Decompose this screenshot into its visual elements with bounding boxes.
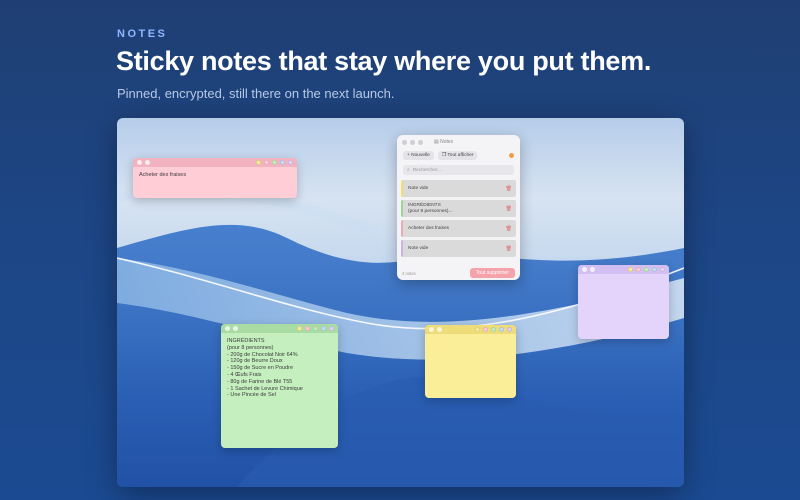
close-icon[interactable] [429, 327, 434, 332]
note-text[interactable]: Acheter des fraises [133, 167, 297, 184]
note-titlebar[interactable] [425, 325, 516, 334]
new-note-label: Nouvelle [411, 153, 430, 158]
color-swatch-pink[interactable] [305, 326, 310, 331]
trash-icon[interactable]: 🗑 [506, 206, 512, 212]
app-footer: 4 notes Tout supprimer [397, 266, 520, 280]
plus-icon: + [407, 153, 410, 158]
color-swatch-blue[interactable] [499, 327, 504, 332]
window-title: ▤ Notes [434, 139, 453, 145]
note-text[interactable] [578, 274, 669, 284]
note-list-item-label: Acheter des fraises [408, 225, 450, 231]
status-dot-icon[interactable] [509, 153, 514, 158]
color-swatch-yellow[interactable] [628, 267, 633, 272]
close-icon[interactable] [225, 326, 230, 331]
note-titlebar[interactable] [221, 324, 338, 333]
desktop-screenshot: Acheter des fraises INGRÉDIENTS (pour 8 … [117, 118, 684, 487]
show-all-button[interactable]: ❐ Tout afficher [437, 151, 478, 160]
notes-app-window: ▤ Notes + Nouvelle ❐ Tout afficher ⌕ Rec… [397, 135, 520, 280]
color-swatch-purple[interactable] [329, 326, 334, 331]
color-swatch-pink[interactable] [264, 160, 269, 165]
sticky-note-pink[interactable]: Acheter des fraises [133, 158, 297, 198]
note-list-item[interactable]: Acheter des fraises 🗑 [401, 220, 516, 237]
note-titlebar[interactable] [578, 265, 669, 274]
search-icon: ⌕ [407, 168, 410, 173]
close-icon[interactable] [137, 160, 142, 165]
window-title-text: Notes [440, 139, 454, 145]
color-swatch-purple[interactable] [507, 327, 512, 332]
note-titlebar[interactable] [133, 158, 297, 167]
note-list-item-label: INGRÉDIENTS (pour 8 personnes)... [408, 202, 453, 214]
page-subline: Pinned, encrypted, still there on the ne… [117, 86, 395, 101]
color-swatch-blue[interactable] [652, 267, 657, 272]
note-list-item-label: Note vide [408, 185, 429, 191]
note-list-item[interactable]: INGRÉDIENTS (pour 8 personnes)... 🗑 [401, 200, 516, 217]
copy-icon: ❐ [441, 153, 447, 158]
color-swatch-purple[interactable] [288, 160, 293, 165]
color-swatch-blue[interactable] [321, 326, 326, 331]
note-list-item-label: Note vide [408, 245, 429, 251]
window-close-button[interactable] [402, 139, 407, 145]
color-swatch-green[interactable] [644, 267, 649, 272]
pin-icon[interactable] [590, 267, 595, 272]
eyebrow-label: NOTES [117, 28, 168, 40]
color-swatch-pink[interactable] [636, 267, 641, 272]
delete-all-button[interactable]: Tout supprimer [469, 268, 515, 278]
color-swatch-green[interactable] [491, 327, 496, 332]
sticky-note-green[interactable]: INGRÉDIENTS (pour 8 personnes) - 200g de… [221, 324, 338, 448]
trash-icon[interactable]: 🗑 [506, 246, 512, 252]
window-zoom-button[interactable] [418, 139, 423, 145]
color-swatch-yellow[interactable] [475, 327, 480, 332]
pin-icon[interactable] [437, 327, 442, 332]
color-swatch-yellow[interactable] [297, 326, 302, 331]
new-note-button[interactable]: + Nouvelle [403, 151, 434, 160]
show-all-label: Tout afficher [447, 153, 474, 158]
pin-icon[interactable] [233, 326, 238, 331]
color-swatch-pink[interactable] [483, 327, 488, 332]
note-text[interactable]: INGRÉDIENTS (pour 8 personnes) - 200g de… [221, 333, 338, 404]
color-swatch-green[interactable] [272, 160, 277, 165]
note-list-item[interactable]: Note vide 🗑 [401, 240, 516, 257]
note-icon: ▤ [434, 139, 439, 145]
search-input[interactable]: ⌕ Rechercher... [403, 165, 514, 175]
page-headline: Sticky notes that stay where you put the… [116, 46, 652, 76]
note-list-item[interactable]: Note vide 🗑 [401, 180, 516, 197]
color-swatch-green[interactable] [313, 326, 318, 331]
window-minimize-button[interactable] [410, 139, 415, 145]
color-swatch-yellow[interactable] [256, 160, 261, 165]
color-swatch-purple[interactable] [660, 267, 665, 272]
sticky-note-yellow[interactable] [425, 325, 516, 398]
note-count: 4 notes [402, 270, 416, 276]
window-titlebar[interactable]: ▤ Notes [397, 135, 520, 149]
app-toolbar: + Nouvelle ❐ Tout afficher [397, 149, 520, 162]
close-icon[interactable] [582, 267, 587, 272]
note-text[interactable] [425, 334, 516, 344]
trash-icon[interactable]: 🗑 [506, 226, 512, 232]
color-swatch-blue[interactable] [280, 160, 285, 165]
search-placeholder: Rechercher... [412, 167, 442, 173]
pin-icon[interactable] [145, 160, 150, 165]
sticky-note-purple[interactable] [578, 265, 669, 339]
trash-icon[interactable]: 🗑 [506, 186, 512, 192]
